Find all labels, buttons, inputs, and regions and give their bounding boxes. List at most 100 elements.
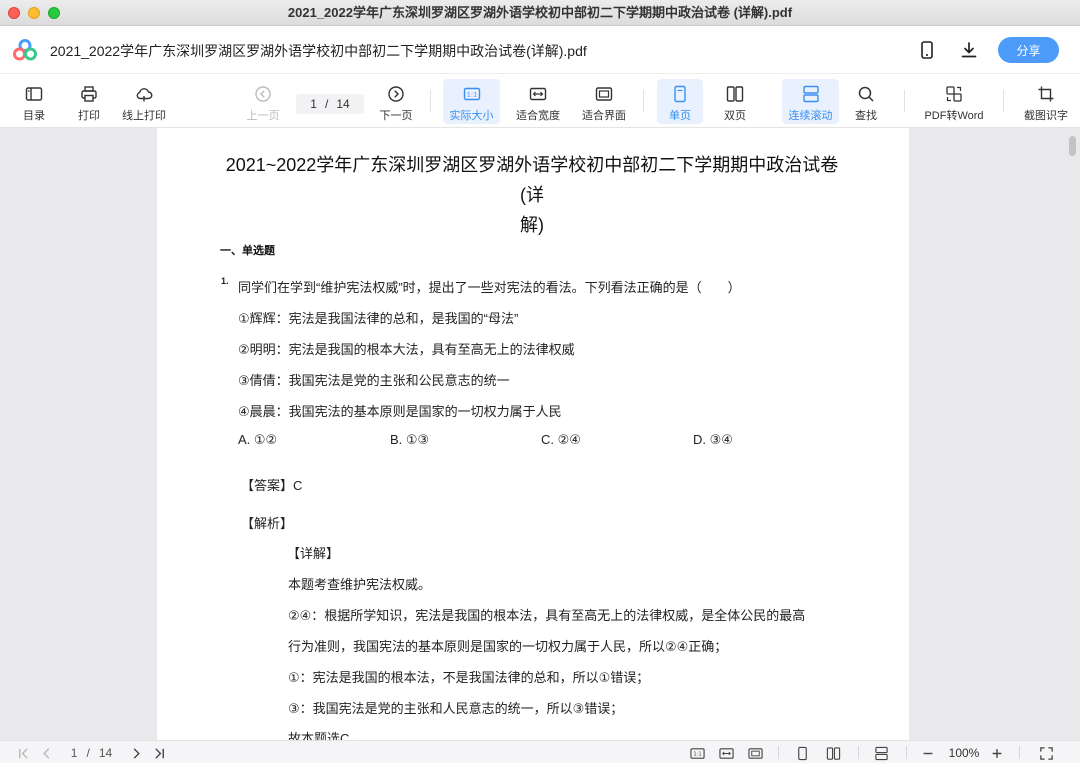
answer-line: 【答案】C bbox=[241, 475, 302, 494]
minus-icon bbox=[923, 752, 933, 754]
option-b: B. ①③ bbox=[390, 432, 430, 447]
detail-line-3: 行为准则，我国宪法的基本原则是国家的一切权力属于人民，所以②④正确； bbox=[288, 639, 728, 654]
status-current-page: 1 bbox=[70, 746, 78, 760]
document-title-line-1: 2021~2022学年广东深圳罗湖区罗湖外语学校初中部初二下学期期中政治试卷(详 bbox=[225, 155, 839, 205]
status-divider bbox=[906, 746, 907, 759]
continuous-scroll-icon bbox=[874, 746, 888, 760]
status-actual-size-button[interactable]: 1:1 bbox=[689, 745, 706, 761]
prev-page-button[interactable]: 上一页 bbox=[243, 79, 283, 124]
last-page-icon bbox=[154, 747, 164, 759]
close-window-button[interactable] bbox=[8, 7, 20, 19]
prev-page-label: 上一页 bbox=[246, 110, 280, 122]
total-pages: 14 bbox=[336, 97, 350, 111]
toolbar-divider bbox=[1003, 90, 1004, 112]
status-divider bbox=[1019, 746, 1020, 759]
first-page-button[interactable] bbox=[15, 745, 31, 761]
phone-view-button[interactable] bbox=[915, 38, 939, 62]
zoom-level[interactable]: 100% bbox=[944, 745, 984, 761]
fit-page-label: 适合界面 bbox=[582, 110, 626, 122]
actual-size-button[interactable]: 1:1 实际大小 bbox=[443, 79, 500, 124]
option-c: C. ②④ bbox=[541, 432, 581, 447]
status-page-indicator[interactable]: 1 / 14 bbox=[64, 745, 119, 761]
screenshot-ocr-button[interactable]: 截图识字 bbox=[1019, 79, 1073, 124]
actual-size-icon: 1:1 bbox=[463, 87, 480, 101]
fit-width-label: 适合宽度 bbox=[516, 110, 560, 122]
fit-page-icon bbox=[748, 747, 763, 759]
minimize-window-button[interactable] bbox=[28, 7, 40, 19]
page-separator: / bbox=[324, 97, 329, 111]
first-page-icon bbox=[18, 747, 28, 759]
search-icon bbox=[858, 86, 874, 102]
cloud-icon bbox=[136, 88, 153, 102]
fit-page-button[interactable]: 适合界面 bbox=[578, 79, 630, 124]
document-name: 2021_2022学年广东深圳罗湖区罗湖外语学校初中部初二下学期期中政治试卷(详… bbox=[50, 43, 587, 59]
pdf-to-word-button[interactable]: PDF转Word bbox=[920, 79, 988, 124]
question-number: 1. bbox=[221, 276, 229, 286]
status-fit-page-button[interactable] bbox=[747, 745, 764, 761]
fit-page-icon bbox=[595, 87, 613, 101]
single-page-label: 单页 bbox=[669, 110, 691, 122]
document-title: 2021~2022学年广东深圳罗湖区罗湖外语学校初中部初二下学期期中政治试卷(详… bbox=[217, 150, 847, 240]
statement-3: ③倩倩：我国宪法是党的主张和公民意志的统一 bbox=[238, 373, 510, 388]
next-page-button[interactable]: 下一页 bbox=[376, 79, 416, 124]
phone-icon bbox=[921, 41, 933, 59]
next-page-status-button[interactable] bbox=[128, 745, 144, 761]
share-button[interactable]: 分享 bbox=[998, 37, 1059, 63]
option-d: D. ③④ bbox=[693, 432, 733, 447]
next-page-label: 下一页 bbox=[379, 110, 413, 122]
detail-line-6: 故本题选C。 bbox=[288, 731, 363, 740]
toolbar-divider bbox=[904, 90, 905, 112]
detail-line-2: ②④：根据所学知识，宪法是我国的根本法，具有至高无上的法律权威，是全体公民的最高 bbox=[288, 608, 806, 623]
status-total-pages: 14 bbox=[98, 746, 113, 760]
zoom-window-button[interactable] bbox=[48, 7, 60, 19]
svg-text:1:1: 1:1 bbox=[693, 751, 701, 757]
status-continuous-button[interactable] bbox=[872, 745, 890, 761]
continuous-scroll-icon bbox=[802, 85, 819, 103]
fit-width-button[interactable]: 适合宽度 bbox=[512, 79, 564, 124]
pdf-toolbar: 目录 打印 线上打印 上一页 1 / 14 下一页 1:1 实际大小 适合宽度 … bbox=[0, 74, 1080, 128]
online-print-button[interactable]: 线上打印 bbox=[118, 79, 170, 124]
scroll-thumb[interactable] bbox=[1069, 136, 1076, 156]
document-viewport[interactable]: 2021~2022学年广东深圳罗湖区罗湖外语学校初中部初二下学期期中政治试卷(详… bbox=[0, 128, 1080, 740]
prev-page-status-button[interactable] bbox=[38, 745, 54, 761]
find-button[interactable]: 查找 bbox=[848, 79, 884, 124]
print-button[interactable]: 打印 bbox=[69, 79, 109, 124]
single-page-icon bbox=[674, 85, 686, 103]
actual-size-icon: 1:1 bbox=[690, 747, 705, 759]
vertical-scrollbar[interactable] bbox=[1066, 130, 1078, 738]
status-fit-width-button[interactable] bbox=[718, 745, 735, 761]
last-page-button[interactable] bbox=[151, 745, 167, 761]
detail-line-5: ③：我国宪法是党的主张和人民意志的统一，所以③错误； bbox=[288, 701, 624, 716]
double-page-icon bbox=[726, 86, 744, 102]
chevron-left-icon bbox=[255, 86, 271, 102]
option-a: A. ①② bbox=[238, 432, 278, 447]
status-double-page-button[interactable] bbox=[824, 745, 842, 761]
analysis-label: 【解析】 bbox=[241, 516, 294, 531]
status-bar: 1 / 14 1:1 100% bbox=[0, 740, 1080, 763]
document-header: 2021_2022学年广东深圳罗湖区罗湖外语学校初中部初二下学期期中政治试卷(详… bbox=[0, 26, 1080, 74]
window-controls bbox=[8, 7, 60, 19]
crop-icon bbox=[1038, 86, 1054, 102]
status-single-page-button[interactable] bbox=[794, 745, 810, 761]
zoom-in-button[interactable] bbox=[990, 745, 1004, 761]
download-button[interactable] bbox=[957, 38, 981, 62]
toc-label: 目录 bbox=[23, 110, 45, 122]
printer-icon bbox=[81, 86, 97, 102]
single-page-button[interactable]: 单页 bbox=[657, 79, 703, 124]
fullscreen-button[interactable] bbox=[1038, 745, 1054, 761]
page-number-input[interactable]: 1 / 14 bbox=[296, 94, 364, 114]
window-titlebar: 2021_2022学年广东深圳罗湖区罗湖外语学校初中部初二下学期期中政治试卷 (… bbox=[0, 0, 1080, 26]
question-text: 同学们在学到“维护宪法权威”时，提出了一些对宪法的看法。下列看法正确的是（ ） bbox=[238, 280, 741, 295]
status-page-separator: / bbox=[86, 746, 90, 760]
fullscreen-icon bbox=[1039, 746, 1053, 760]
current-page: 1 bbox=[310, 97, 317, 111]
continuous-scroll-button[interactable]: 连续滚动 bbox=[782, 79, 839, 124]
print-label: 打印 bbox=[78, 110, 100, 122]
window-title: 2021_2022学年广东深圳罗湖区罗湖外语学校初中部初二下学期期中政治试卷 (… bbox=[287, 5, 793, 20]
statement-1: ①辉辉：宪法是我国法律的总和，是我国的“母法” bbox=[238, 311, 519, 326]
toc-button[interactable]: 目录 bbox=[14, 79, 54, 124]
toolbar-divider bbox=[643, 90, 644, 112]
statement-2: ②明明：宪法是我国的根本大法，具有至高无上的法律权威 bbox=[238, 342, 575, 357]
double-page-button[interactable]: 双页 bbox=[713, 79, 757, 124]
zoom-out-button[interactable] bbox=[921, 745, 935, 761]
